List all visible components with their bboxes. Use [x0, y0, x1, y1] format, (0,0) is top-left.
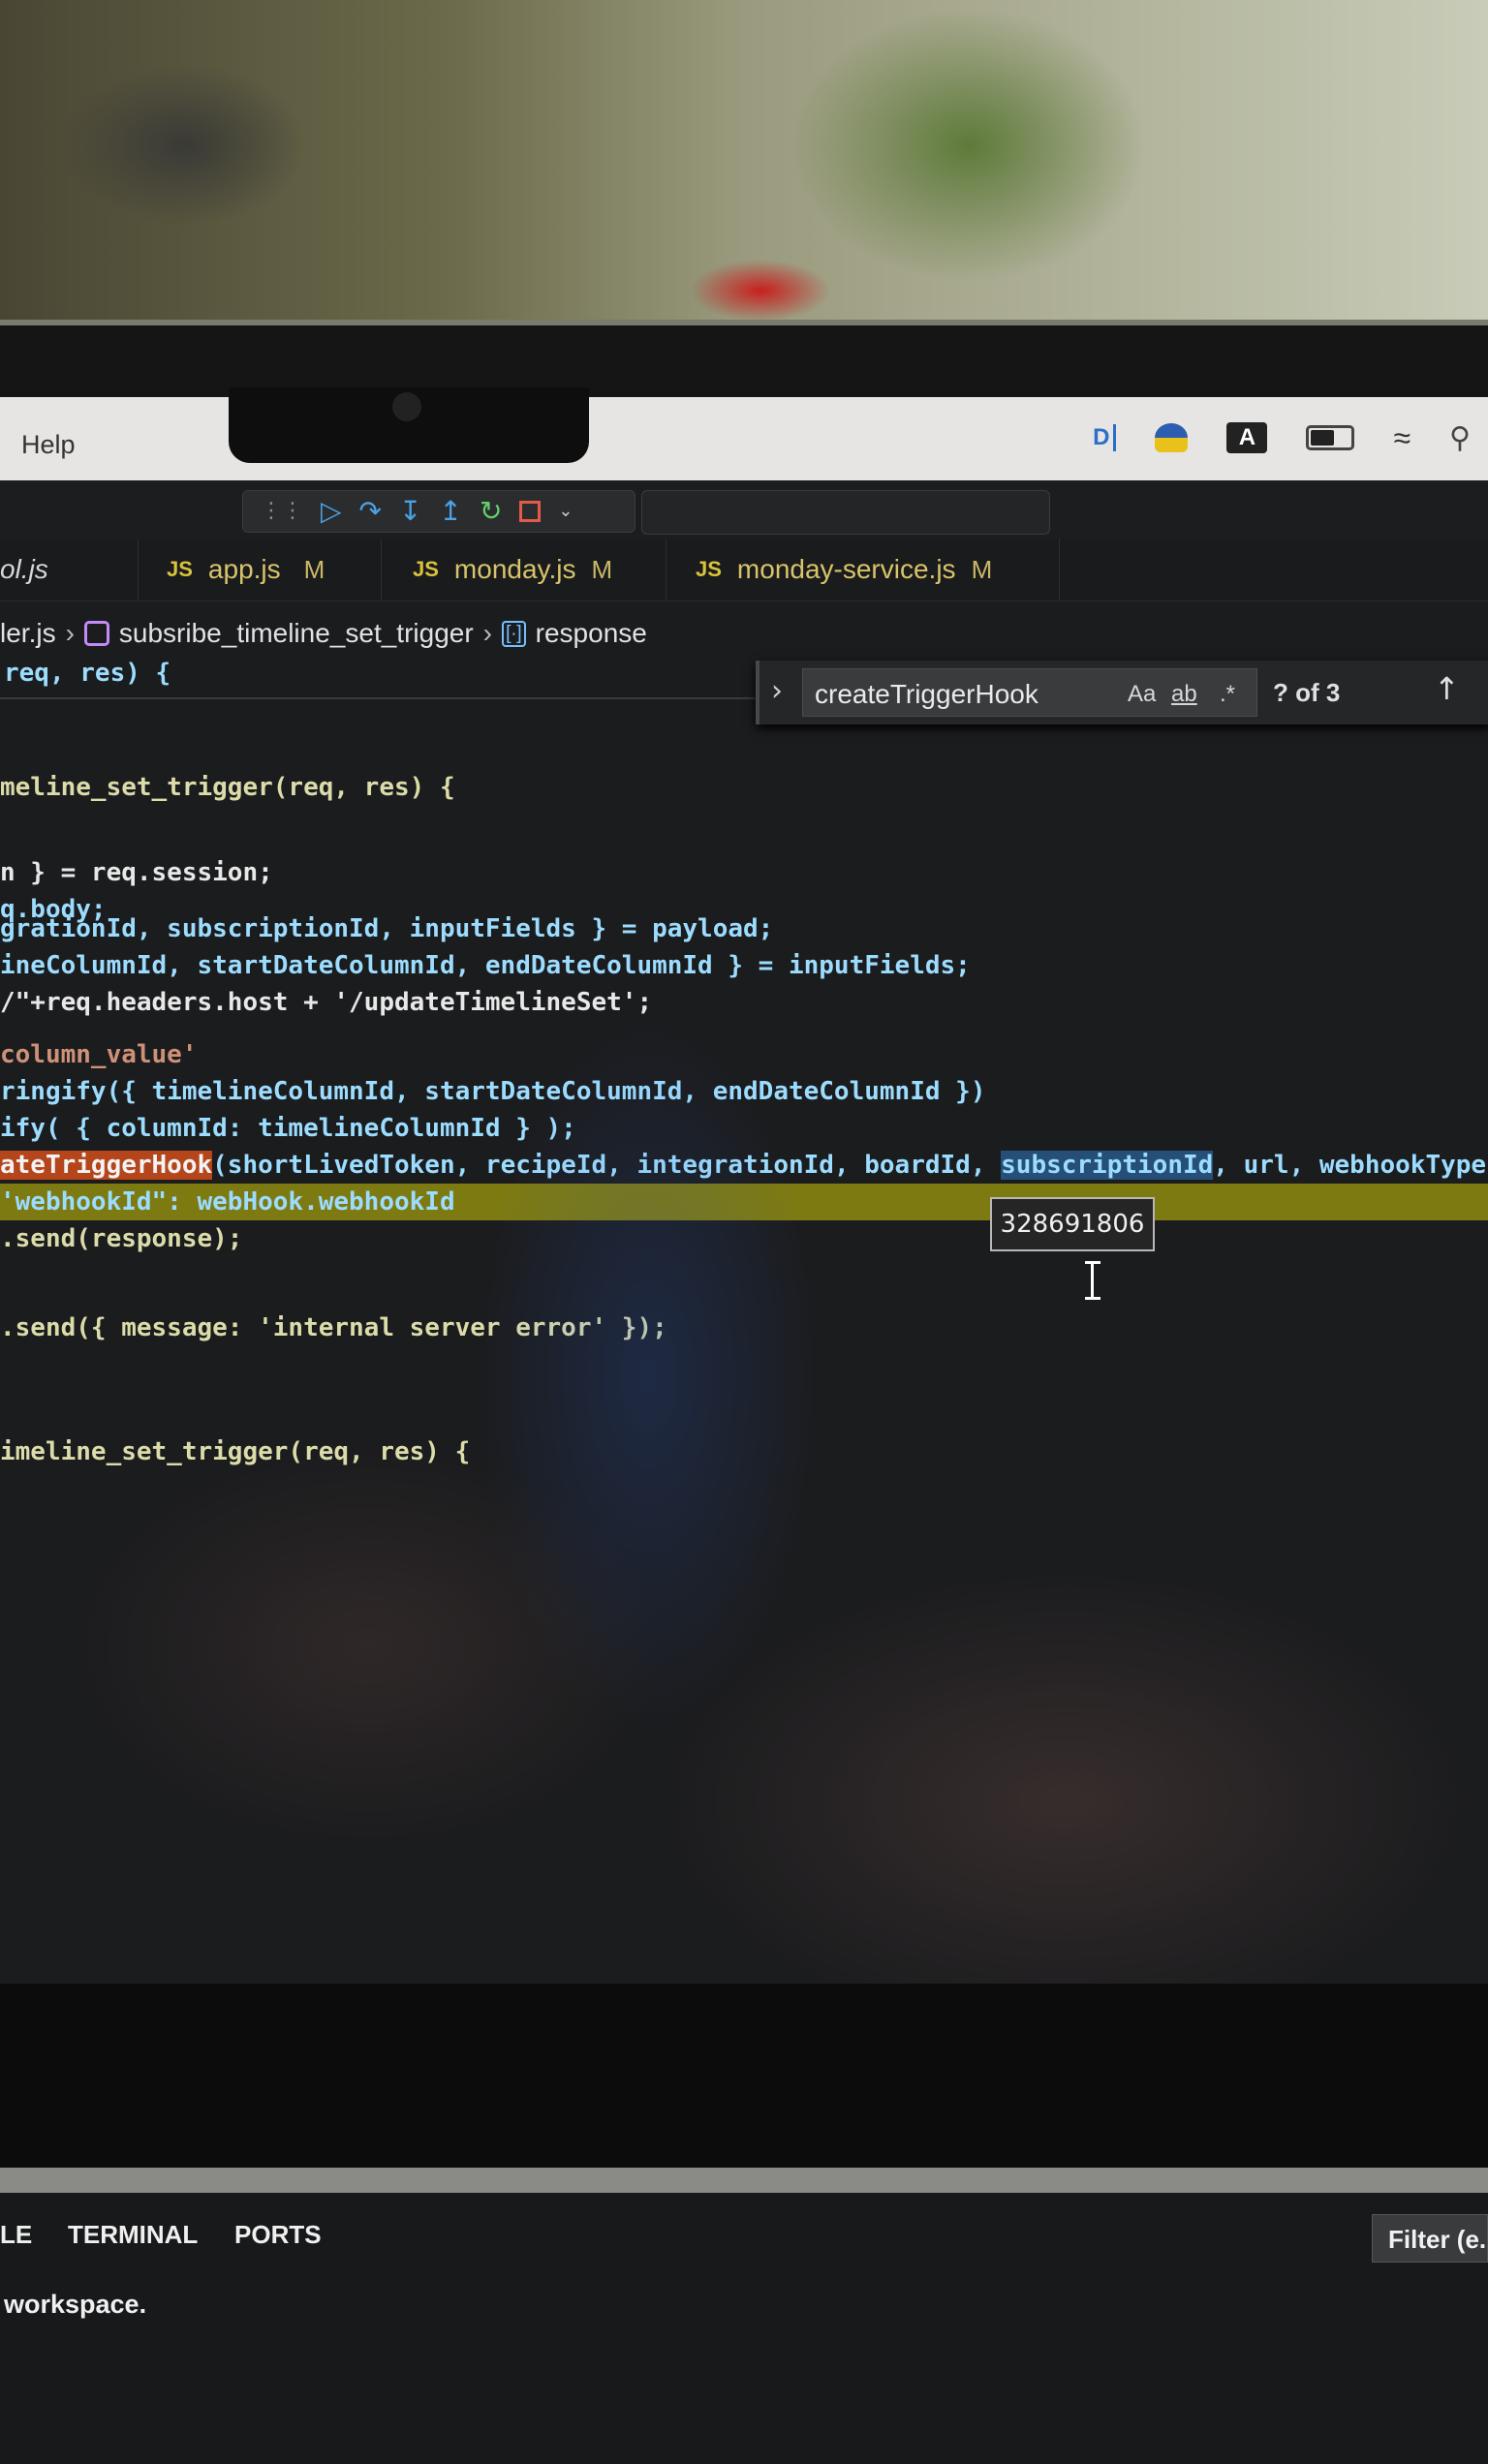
dictation-icon[interactable]: D	[1093, 424, 1117, 451]
code-text: ify( { columnId: timelineColumnId } );	[0, 1114, 576, 1143]
modified-badge: M	[591, 554, 613, 584]
filter-input[interactable]: Filter (e.	[1372, 2214, 1488, 2263]
find-query: createTriggerHook	[815, 679, 1038, 709]
code-text: .send(response);	[0, 1224, 243, 1253]
breadcrumb: ler.js › subsribe_timeline_set_trigger ›…	[0, 614, 647, 653]
whole-word-toggle[interactable]: ab	[1171, 681, 1197, 708]
bottom-panel: LE TERMINAL PORTS Filter (e. workspace.	[0, 2193, 1488, 2464]
code-text: grationId, subscriptionId, inputFields }…	[0, 914, 774, 943]
selected-identifier[interactable]: subscriptionId	[1001, 1151, 1214, 1180]
js-file-icon: JS	[413, 557, 439, 581]
panel-sash[interactable]	[0, 2168, 1488, 2193]
code-text: n } = req.session;	[0, 858, 273, 887]
status-icons: D A ≈ ⚲	[1093, 411, 1488, 465]
code-line: ateTriggerHook(shortLivedToken, recipeId…	[0, 1147, 1486, 1184]
code-text: 'webhookId": webHook.webhookId	[0, 1187, 455, 1217]
code-line: n } = req.session;	[0, 854, 273, 891]
camera	[392, 392, 421, 421]
background-photo	[0, 0, 1488, 339]
toggle-replace-icon[interactable]: ›	[771, 674, 783, 708]
tab-console[interactable]: LE	[0, 2220, 32, 2250]
code-line: 'webhookId": webHook.webhookId	[0, 1184, 455, 1220]
input-source-icon[interactable]: A	[1226, 422, 1268, 453]
code-editor[interactable]: req, res) { meline_set_trigger(req, res)…	[0, 655, 1488, 1720]
code-text: meline_set_trigger(req, res) {	[0, 773, 455, 802]
tab-monday-service-js[interactable]: JS monday-service.js M	[666, 539, 1060, 601]
code-line: ify( { columnId: timelineColumnId } );	[0, 1110, 576, 1147]
menu-help[interactable]: Help	[21, 430, 76, 460]
drag-grip-icon[interactable]: ⋮⋮	[261, 498, 303, 525]
battery-icon[interactable]	[1306, 425, 1355, 450]
restart-icon[interactable]: ↻	[480, 498, 502, 525]
tab-ol-js[interactable]: ol.js	[0, 539, 139, 601]
spotlight-search-icon[interactable]: ⚲	[1449, 421, 1471, 455]
js-file-icon: JS	[167, 557, 193, 581]
continue-icon[interactable]: ▷	[321, 498, 342, 525]
find-input[interactable]: createTriggerHook Aa ab .*	[802, 668, 1257, 717]
code-line: ringify({ timelineColumnId, startDateCol…	[0, 1073, 985, 1110]
code-text: , url, webhookType	[1213, 1151, 1487, 1180]
mac-menubar: Help D A ≈ ⚲	[0, 397, 1488, 480]
step-out-icon[interactable]: ↥	[439, 498, 461, 525]
code-text: (shortLivedToken, recipeId, integrationI…	[212, 1151, 1002, 1180]
breadcrumb-function[interactable]: subsribe_timeline_set_trigger	[119, 618, 474, 649]
match-count: ? of 3	[1273, 678, 1341, 707]
code-line: column_value'	[0, 1036, 198, 1073]
code-text: imeline_set_trigger(req, res) {	[0, 1437, 471, 1466]
tab-label: app.js	[207, 554, 281, 584]
debug-toolbar: ⋮⋮ ▷ ↷ ↧ ↥ ↻ ⌄	[242, 490, 636, 533]
code-text: ineColumnId, startDateColumnId, endDateC…	[0, 951, 971, 980]
code-line: meline_set_trigger(req, res) {	[0, 769, 455, 806]
code-text: req, res) {	[4, 659, 171, 688]
chevron-right-icon: ›	[482, 618, 492, 648]
modified-badge: M	[971, 554, 993, 584]
tab-app-js[interactable]: JS app.js M	[138, 539, 382, 601]
code-text: /"+req.headers.host + '/updateTimelineSe…	[0, 988, 653, 1017]
debug-hover-value: 328691806	[990, 1197, 1155, 1251]
command-center[interactable]	[641, 490, 1050, 535]
sticky-scroll-header: req, res) {	[0, 655, 756, 699]
step-over-icon[interactable]: ↷	[359, 498, 382, 525]
modified-badge: M	[303, 554, 326, 584]
code-text: .send({ message: 'internal server error'…	[0, 1313, 667, 1342]
code-text: ringify({ timelineColumnId, startDateCol…	[0, 1077, 986, 1106]
editor-tabs: ol.js JS app.js M JS monday.js M JS mond…	[0, 539, 1488, 601]
title-bar: ⋮⋮ ▷ ↷ ↧ ↥ ↻ ⌄	[0, 480, 1488, 539]
js-file-icon: JS	[696, 557, 722, 581]
arrow-up-icon[interactable]: ↑	[1434, 670, 1460, 707]
stop-icon[interactable]	[519, 501, 542, 522]
tab-ports[interactable]: PORTS	[234, 2220, 322, 2250]
code-line: /"+req.headers.host + '/updateTimelineSe…	[0, 984, 652, 1021]
tab-terminal[interactable]: TERMINAL	[68, 2220, 198, 2250]
regex-toggle[interactable]: .*	[1220, 681, 1235, 708]
code-line: imeline_set_trigger(req, res) {	[0, 1433, 470, 1470]
find-widget: › createTriggerHook Aa ab .* ? of 3 ↑	[756, 661, 1488, 724]
code-line: .send({ message: 'internal server error'…	[0, 1309, 667, 1346]
breadcrumb-file[interactable]: ler.js	[0, 618, 56, 649]
step-into-icon[interactable]: ↧	[399, 498, 421, 525]
variable-icon: [∙]	[501, 620, 526, 647]
umbrella-icon[interactable]	[1155, 423, 1189, 452]
search-match: ateTriggerHook	[0, 1151, 213, 1180]
tab-label: monday-service.js	[736, 554, 956, 584]
code-text: column_value'	[0, 1040, 198, 1069]
method-icon	[83, 621, 109, 646]
code-line: grationId, subscriptionId, inputFields }…	[0, 910, 773, 947]
match-case-toggle[interactable]: Aa	[1128, 681, 1156, 708]
breadcrumb-variable[interactable]: response	[536, 618, 647, 649]
code-line: ineColumnId, startDateColumnId, endDateC…	[0, 947, 971, 984]
panel-message: workspace.	[4, 2290, 147, 2319]
chevron-right-icon: ›	[65, 618, 75, 648]
code-line: req, res) {	[4, 655, 170, 692]
code-line: .send(response);	[0, 1220, 242, 1257]
tab-label: monday.js	[453, 554, 576, 584]
tab-monday-js[interactable]: JS monday.js M	[382, 539, 666, 601]
wifi-icon[interactable]: ≈	[1393, 420, 1410, 456]
tab-label: ol.js	[0, 554, 48, 584]
chevron-down-icon[interactable]: ⌄	[558, 498, 573, 525]
text-cursor-icon	[1085, 1259, 1100, 1302]
